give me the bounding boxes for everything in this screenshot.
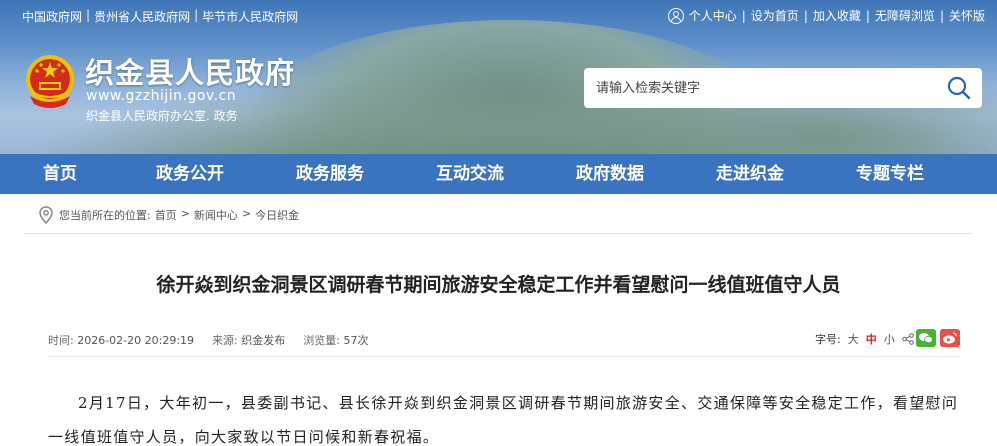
accessibility-link[interactable]: 无障碍浏览	[875, 7, 935, 24]
article-body-paragraph: 2月17日，大年初一，县委副书记、县长徐开焱到织金洞景区调研春节期间旅游安全、交…	[48, 394, 959, 446]
breadcrumb-home[interactable]: 首页	[155, 207, 177, 223]
link-separator: |	[865, 8, 870, 23]
link-separator: |	[803, 8, 808, 23]
main-nav: 首页 政务公开 政务服务 互动交流 政府数据 走进织金 专题专栏	[0, 154, 997, 194]
site-url: www.gzzhijin.gov.cn	[86, 88, 237, 104]
article-title: 徐开焱到织金洞景区调研春节期间旅游安全稳定工作并看望慰问一线值班值守人员	[156, 274, 841, 296]
breadcrumb-bar: 您当前所在的位置: 首页 > 新闻中心 > 今日织金	[24, 194, 973, 234]
link-guizhou-gov[interactable]: 贵州省人民政府网	[94, 8, 190, 25]
search-icon[interactable]	[946, 75, 972, 101]
publish-time: 时间: 2026-02-20 20:29:19	[48, 334, 195, 347]
share-icon[interactable]	[901, 333, 914, 345]
nav-gov-affairs-open[interactable]: 政务公开	[120, 154, 260, 194]
nav-gov-data[interactable]: 政府数据	[540, 154, 680, 194]
link-bijie-gov[interactable]: 毕节市人民政府网	[202, 8, 298, 25]
breadcrumb-sep: >	[241, 207, 252, 220]
add-favorite-link[interactable]: 加入收藏	[813, 7, 861, 24]
link-separator: |	[86, 8, 91, 22]
top-right-links: 个人中心 | 设为首页 | 加入收藏 | 无障碍浏览 | 关怀版	[667, 7, 985, 24]
breadcrumb: 您当前所在的位置: 首页 > 新闻中心 > 今日织金	[59, 207, 299, 223]
font-size-label: 字号:	[815, 333, 841, 346]
link-separator: |	[194, 8, 199, 22]
nav-home[interactable]: 首页	[0, 154, 120, 194]
site-subtitle: 织金县人民政府办公室. 政务	[86, 109, 238, 123]
gov-links: 中国政府网 | 贵州省人民政府网 | 毕节市人民政府网	[22, 8, 298, 25]
wechat-share-icon[interactable]	[916, 329, 936, 347]
nav-special-topics[interactable]: 专题专栏	[820, 154, 960, 194]
view-count: 浏览量: 57次	[303, 334, 369, 347]
site-header: 中国政府网 | 贵州省人民政府网 | 毕节市人民政府网 个人中心 | 设为首页 …	[0, 0, 997, 154]
breadcrumb-today-zhijin[interactable]: 今日织金	[255, 207, 299, 223]
breadcrumb-news-center[interactable]: 新闻中心	[194, 207, 238, 223]
nav-gov-services[interactable]: 政务服务	[260, 154, 400, 194]
set-homepage-link[interactable]: 设为首页	[751, 7, 799, 24]
article-meta: 时间: 2026-02-20 20:29:19 来源: 织金发布 浏览量: 57…	[48, 332, 368, 348]
article-source: 来源: 织金发布	[212, 334, 286, 347]
national-emblem-icon	[26, 55, 74, 108]
nav-about-zhijin[interactable]: 走进织金	[680, 154, 820, 194]
user-icon	[667, 7, 684, 24]
breadcrumb-prefix: 您当前所在的位置:	[59, 209, 151, 222]
search-box	[584, 68, 982, 108]
link-china-gov[interactable]: 中国政府网	[22, 8, 82, 25]
location-pin-icon	[39, 206, 53, 224]
meta-divider	[48, 356, 960, 357]
user-center-link[interactable]: 个人中心	[689, 7, 737, 24]
weibo-share-icon[interactable]	[940, 329, 960, 347]
link-separator: |	[741, 8, 746, 23]
search-input[interactable]	[584, 68, 934, 108]
link-separator: |	[939, 8, 944, 23]
site-title[interactable]: 织金县人民政府	[85, 50, 295, 92]
nav-interaction[interactable]: 互动交流	[400, 154, 540, 194]
breadcrumb-sep: >	[180, 207, 190, 220]
elder-mode-link[interactable]: 关怀版	[949, 7, 985, 24]
font-size-medium[interactable]: 中	[866, 331, 877, 347]
top-bar: 中国政府网 | 贵州省人民政府网 | 毕节市人民政府网 个人中心 | 设为首页 …	[0, 0, 997, 32]
font-size-large[interactable]: 大	[848, 331, 859, 347]
font-size-small[interactable]: 小	[884, 331, 895, 347]
font-size-control: 字号: 大 中 小	[815, 331, 914, 347]
